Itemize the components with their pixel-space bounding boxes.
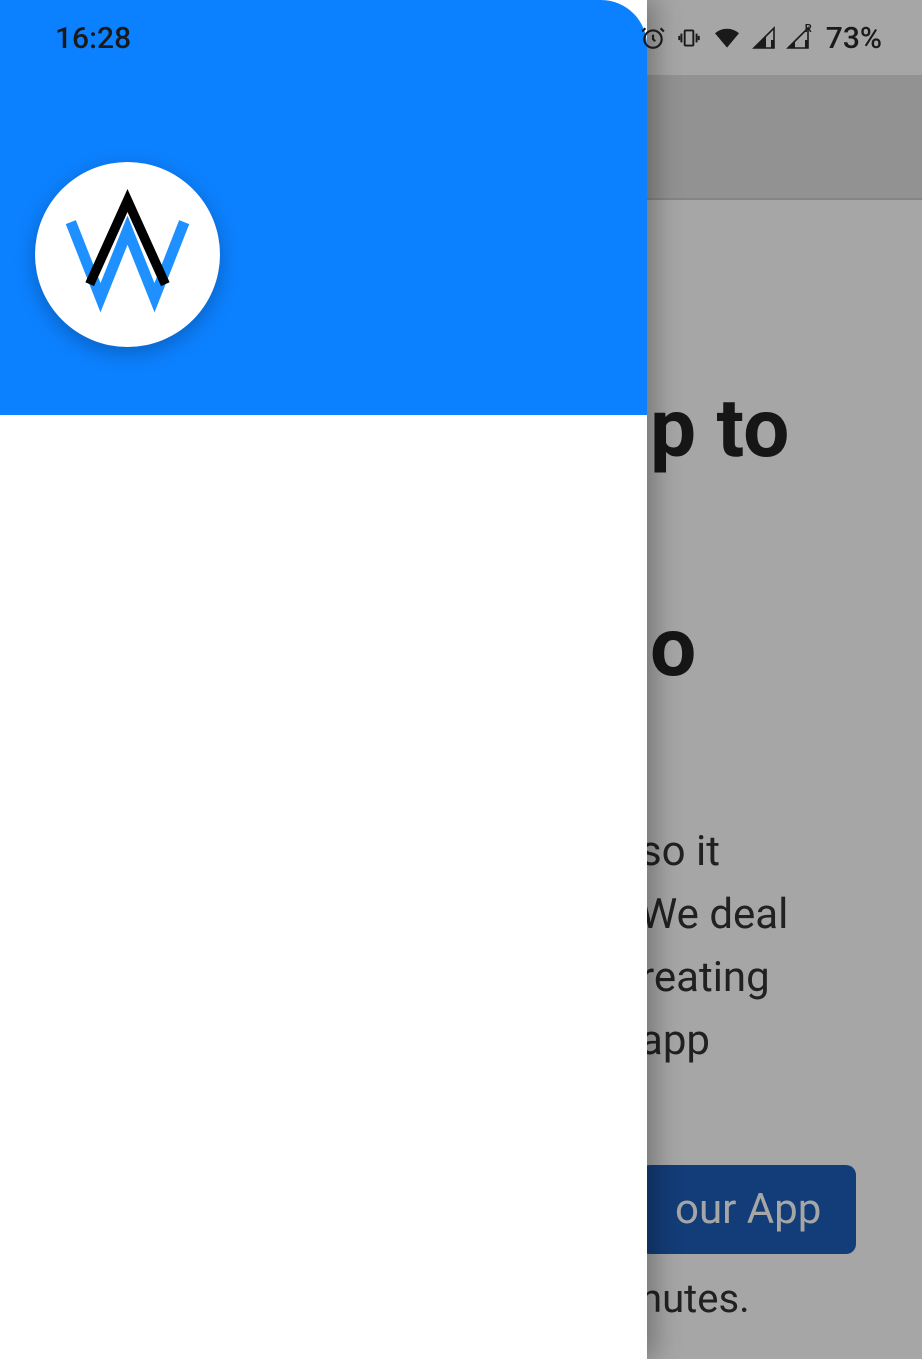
logo-icon: [60, 187, 195, 322]
navigation-drawer: webtoapp.design: [0, 0, 647, 1359]
status-time: 16:28: [55, 21, 131, 56]
wifi-icon: [712, 26, 742, 50]
status-bar: 16:28: [0, 0, 922, 76]
app-logo: [35, 162, 220, 347]
signal-1-icon: [752, 26, 776, 50]
drawer-title: webtoapp.design: [0, 415, 647, 467]
vibrate-icon: [676, 25, 702, 51]
alarm-icon: [640, 25, 666, 51]
battery-percent: 73%: [826, 21, 882, 56]
signal-2-icon: R: [786, 26, 810, 50]
